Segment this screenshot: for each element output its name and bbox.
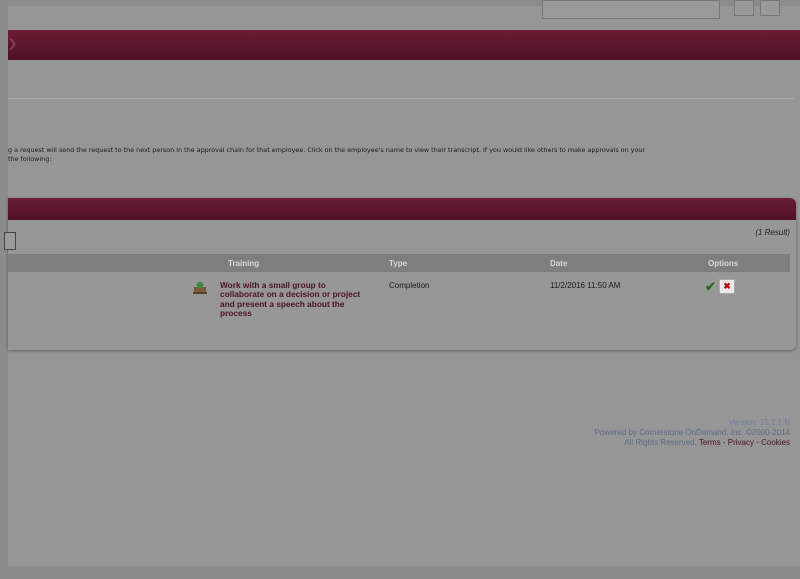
navigation-bar: ❯: [8, 30, 800, 60]
footer-rights: All Rights Reserved.: [624, 438, 697, 447]
global-search-input[interactable]: [542, 0, 720, 19]
training-type: Completion: [389, 281, 430, 290]
filter-select[interactable]: [4, 232, 16, 250]
training-title-link[interactable]: Work with a small group to collaborate o…: [220, 280, 368, 318]
column-header-options: Options: [708, 259, 739, 268]
header-button-1[interactable]: [734, 0, 754, 16]
footer-version: Version: 15.2.1.N: [728, 418, 790, 427]
page: ❯ g a request will send the request to t…: [4, 0, 800, 566]
footer-link-cookies[interactable]: Cookies: [761, 438, 790, 447]
sub-header: [8, 60, 800, 98]
nav-chevron-icon[interactable]: ❯: [8, 37, 17, 50]
divider: [8, 98, 794, 99]
result-count: (1 Result): [755, 228, 790, 237]
table-header: Training Type Date Options: [8, 254, 790, 272]
pending-approvals-panel: (1 Result) Training Type Date Options Wo…: [4, 198, 796, 350]
footer-powered-by: Powered by Cornerstone OnDemand, Inc. ©2…: [594, 428, 790, 437]
x-icon[interactable]: ✖: [719, 279, 735, 294]
instructions-text: g a request will send the request to the…: [8, 146, 798, 164]
footer: Version: 15.2.1.N Powered by Cornerstone…: [595, 418, 790, 448]
instructions-line-1: g a request will send the request to the…: [8, 146, 646, 154]
instructions-line-2: the following:: [8, 155, 52, 163]
table-row: Work with a small group to collaborate o…: [8, 276, 790, 336]
footer-link-terms[interactable]: Terms: [699, 438, 721, 447]
check-icon[interactable]: ✔: [705, 279, 716, 295]
column-header-training[interactable]: Training: [228, 259, 259, 268]
column-header-type[interactable]: Type: [389, 259, 407, 268]
footer-link-privacy[interactable]: Privacy: [728, 438, 754, 447]
footer-separator: -: [720, 438, 728, 447]
training-type-icon: [193, 281, 207, 294]
panel-header: [8, 198, 796, 220]
header-button-2[interactable]: [760, 0, 780, 16]
column-header-date[interactable]: Date: [550, 259, 567, 268]
training-date: 11/2/2016 11:50 AM: [550, 281, 621, 290]
